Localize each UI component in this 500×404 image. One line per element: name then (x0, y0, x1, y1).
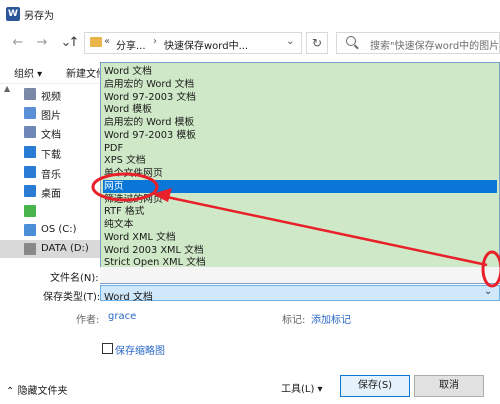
breadcrumb-separator-icon: › (153, 36, 157, 47)
save-thumbnail-checkbox[interactable] (102, 343, 113, 354)
sidebar-item-label: OS (C:) (41, 224, 77, 235)
sidebar-item-icon (24, 107, 36, 119)
dropdown-option[interactable]: 单个文件网页 (103, 167, 497, 180)
save-type-dropdown-list[interactable]: Word 文档 启用宏的 Word 文档 Word 97-2003 文档 Word 模… (100, 62, 500, 284)
save-thumbnail-label[interactable]: 保存缩略图 (115, 342, 165, 357)
dropdown-option[interactable]: Word 模板 (103, 103, 497, 116)
dropdown-option[interactable]: 启用宏的 Word 文档 (103, 78, 497, 91)
sidebar-item-icon (24, 146, 36, 158)
cancel-button[interactable]: 取消 (414, 375, 484, 397)
filename-input[interactable] (100, 267, 500, 283)
sidebar-item[interactable]: 桌面 (0, 182, 100, 201)
sidebar-item-icon (24, 243, 36, 255)
sidebar-item-icon (24, 166, 36, 178)
dropdown-option[interactable]: PDF (103, 142, 497, 155)
tools-button[interactable]: 工具(L) ▾ (281, 380, 323, 395)
sidebar-item-label: DATA (D:) (41, 243, 89, 254)
sidebar-item[interactable]: DATA (D:) (0, 240, 100, 259)
dropdown-option[interactable]: 筛选过的网页 (103, 193, 497, 206)
sidebar-item-icon (24, 224, 36, 236)
sidebar-item-label: 桌面 (41, 189, 61, 200)
save-button[interactable]: 保存(S) (340, 375, 410, 397)
savetype-value: Word 文档 (104, 292, 153, 303)
breadcrumb-overflow-icon[interactable]: « (104, 36, 110, 47)
organize-button[interactable]: 组织 ▾ (14, 65, 42, 80)
sidebar-item-label: 视频 (41, 92, 61, 103)
up-arrow-icon[interactable]: ↑ (66, 35, 82, 51)
folder-icon (90, 37, 102, 47)
sidebar-item-label: 音乐 (41, 170, 61, 181)
dropdown-option[interactable]: Word XML 文档 (103, 231, 497, 244)
dropdown-option[interactable]: XPS 文档 (103, 154, 497, 167)
word-app-icon: W (6, 7, 20, 21)
dropdown-option[interactable]: Word 2003 XML 文档 (103, 244, 497, 257)
savetype-select[interactable] (100, 285, 500, 301)
dropdown-option[interactable]: 纯文本 (103, 218, 497, 231)
window-title: 另存为 (24, 11, 54, 22)
savetype-label: 保存类型(T): (43, 292, 101, 303)
hide-folders-button[interactable]: ⌃ 隐藏文件夹 (6, 382, 68, 397)
sidebar-item[interactable]: 音乐 (0, 163, 100, 182)
sidebar-item-label: 图片 (41, 111, 61, 122)
chevron-down-icon[interactable]: ⌄ (484, 286, 492, 297)
sidebar-item-icon (24, 205, 36, 217)
sidebar-item-icon (24, 88, 36, 100)
sidebar-item[interactable] (0, 202, 100, 221)
sidebar-item-label: 文档 (41, 130, 61, 141)
dropdown-option[interactable]: 网页 (103, 179, 497, 193)
sidebar-item[interactable]: 文档 (0, 123, 100, 142)
dropdown-option[interactable]: RTF 格式 (103, 205, 497, 218)
sidebar-item[interactable]: OS (C:) (0, 221, 100, 240)
sidebar-item[interactable]: 图片 (0, 104, 100, 123)
sidebar-item-icon (24, 126, 36, 138)
forward-arrow-icon[interactable]: → (34, 35, 50, 51)
chevron-up-icon: ⌃ (6, 386, 18, 397)
search-placeholder: 搜索"快速保存word中的图片" (370, 41, 500, 52)
back-arrow-icon[interactable]: ← (10, 35, 26, 51)
refresh-button[interactable]: ↻ (306, 32, 328, 54)
hide-folders-label: 隐藏文件夹 (17, 386, 68, 397)
dropdown-option[interactable]: 启用宏的 Word 模板 (103, 116, 497, 129)
author-label: 作者: (76, 315, 100, 326)
add-tags-link[interactable]: 添加标记 (311, 311, 351, 326)
sidebar-item[interactable]: 下载 (0, 143, 100, 162)
breadcrumb-item-share[interactable]: 分享... (116, 37, 146, 52)
sidebar-item-icon (24, 185, 36, 197)
title-bar (0, 0, 500, 28)
breadcrumb-item-current[interactable]: 快速保存word中... (164, 37, 248, 52)
dropdown-option[interactable]: Word 文档 (103, 65, 497, 78)
tags-label: 标记: (282, 315, 306, 326)
dropdown-option[interactable]: Word 97-2003 模板 (103, 129, 497, 142)
author-value[interactable]: grace (108, 311, 136, 322)
sidebar-item-label: 下载 (41, 150, 61, 161)
search-icon (346, 36, 356, 46)
filename-label: 文件名(N): (50, 273, 99, 284)
sidebar-item[interactable]: 视频 (0, 85, 100, 104)
address-dropdown-icon[interactable]: ⌄ (286, 36, 294, 47)
dropdown-option[interactable]: Word 97-2003 文档 (103, 91, 497, 104)
